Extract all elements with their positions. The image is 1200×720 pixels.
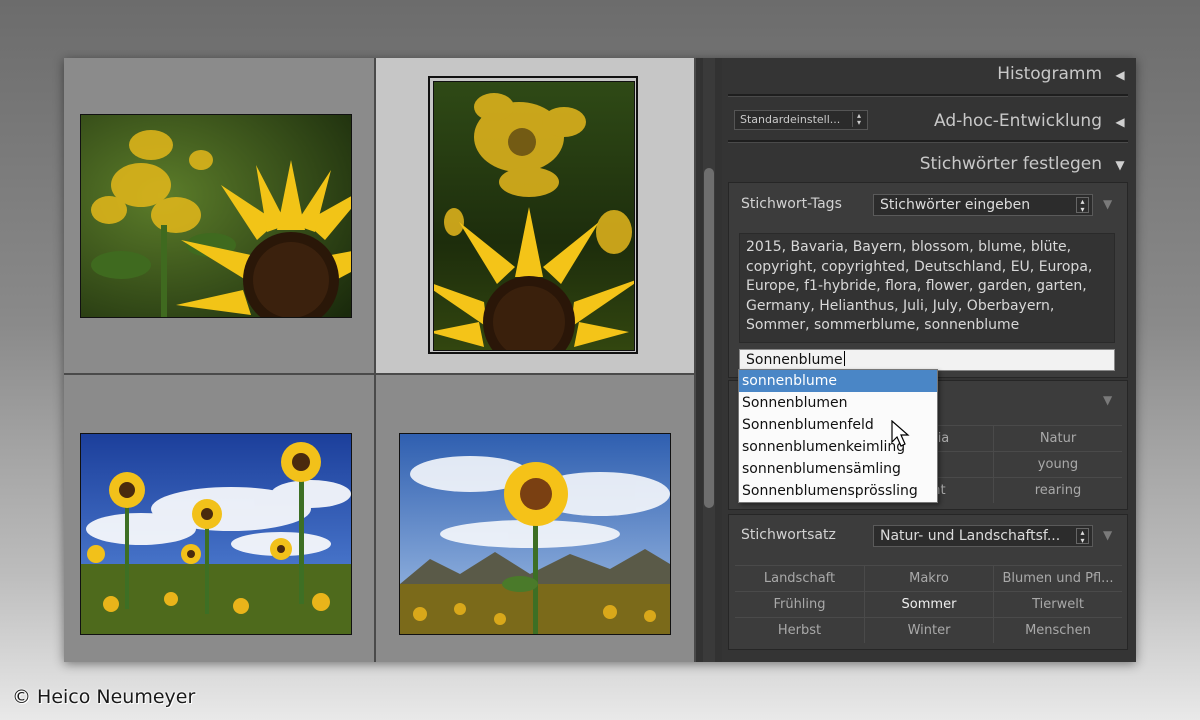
adhoc-title: Ad-hoc-Entwicklung: [934, 111, 1102, 131]
right-panel: Histogramm ◀ Standardeinstell... ▴ ▾ Ad-ho…: [722, 58, 1136, 662]
copyright-watermark: © Heico Neumeyer: [12, 686, 196, 708]
sunflower-field-photo: [81, 434, 351, 634]
scrollbar-thumb[interactable]: [704, 168, 714, 508]
autocomplete-item[interactable]: sonnenblumensämling: [739, 458, 937, 480]
photo-thumbnail-sunflower-mountains[interactable]: [399, 433, 671, 635]
keyword-input[interactable]: Sonnenblume: [739, 349, 1115, 371]
keyword-set-value: Natur- und Landschaftsf...: [880, 528, 1061, 544]
suggestion-cell[interactable]: Natur: [993, 425, 1122, 451]
panel-separator: [728, 94, 1128, 97]
keyword-set-section: Stichwortsatz Natur- und Landschaftsf...…: [728, 514, 1128, 650]
grid-cell[interactable]: [64, 58, 374, 373]
sunflower-photo: [434, 82, 634, 350]
histogram-title: Histogramm: [997, 64, 1102, 84]
photo-thumbnail-sunflower-field[interactable]: [80, 433, 352, 635]
photo-thumbnail-sunflower-portrait[interactable]: [433, 81, 635, 351]
suggestion-cell[interactable]: rearing: [993, 477, 1122, 503]
histogram-panel-header[interactable]: Histogramm ◀: [722, 64, 1136, 84]
lightroom-window: Histogramm ◀ Standardeinstell... ▴ ▾ Ad-ho…: [64, 58, 1136, 662]
triangle-down-icon[interactable]: ▼: [1103, 197, 1112, 211]
mouse-pointer-icon: [891, 420, 910, 447]
keyword-set-cell[interactable]: Makro: [864, 565, 993, 591]
keyword-set-select[interactable]: Natur- und Landschaftsf... ▴ ▾: [873, 525, 1093, 547]
autocomplete-item-selected[interactable]: sonnenblume: [739, 370, 937, 392]
text-caret: [843, 351, 845, 366]
keyword-set-cell[interactable]: Winter: [864, 617, 993, 643]
autocomplete-item[interactable]: Sonnenblumen: [739, 392, 937, 414]
keyword-tags-mode-select[interactable]: Stichwörter eingeben ▴ ▾: [873, 194, 1093, 216]
keyword-set-cell[interactable]: Tierwelt: [993, 591, 1122, 617]
grid-cell[interactable]: [376, 375, 694, 662]
keyword-set-cell[interactable]: Herbst: [735, 617, 864, 643]
grid-cell[interactable]: [64, 375, 374, 662]
keyword-set-cell[interactable]: Menschen: [993, 617, 1122, 643]
keyword-set-cell-active[interactable]: Sommer: [864, 591, 993, 617]
autocomplete-item[interactable]: Sonnenblumensprössling: [739, 480, 937, 502]
photo-thumbnail-sunflower-closeup[interactable]: [80, 114, 352, 318]
keyword-tags-label: Stichwort-Tags: [741, 196, 842, 212]
triangle-down-icon[interactable]: ▼: [1103, 393, 1112, 407]
grid-cell-selected[interactable]: [376, 58, 694, 373]
adhoc-panel-header[interactable]: Ad-hoc-Entwicklung ◀: [722, 111, 1136, 131]
triangle-down-icon: ▼: [1115, 158, 1125, 172]
panel-separator: [728, 140, 1128, 143]
keyword-set-cell[interactable]: Blumen und Pfl...: [993, 565, 1122, 591]
thumbnail-grid: [64, 58, 696, 662]
keyword-set-cell[interactable]: Landschaft: [735, 565, 864, 591]
triangle-left-icon: ◀: [1115, 68, 1125, 82]
suggestion-cell[interactable]: young: [993, 451, 1122, 477]
keyword-tags-section: Stichwort-Tags Stichwörter eingeben ▴ ▾ ▼…: [728, 182, 1128, 378]
triangle-left-icon: ◀: [1115, 115, 1125, 129]
keyword-set-grid: Landschaft Makro Blumen und Pfl... Frühl…: [735, 565, 1123, 645]
keyword-set-cell[interactable]: Frühling: [735, 591, 864, 617]
keyword-set-label: Stichwortsatz: [741, 527, 836, 543]
keyword-tags-mode-value: Stichwörter eingeben: [880, 197, 1031, 213]
keywording-panel-header[interactable]: Stichwörter festlegen ▼: [722, 154, 1136, 174]
keyword-input-value: Sonnenblume: [746, 352, 843, 368]
updown-arrows-icon: ▴ ▾: [1076, 528, 1089, 545]
grid-scrollbar[interactable]: [696, 58, 722, 662]
updown-arrows-icon: ▴ ▾: [1076, 197, 1089, 214]
triangle-down-icon[interactable]: ▼: [1103, 528, 1112, 542]
keywording-title: Stichwörter festlegen: [919, 154, 1102, 174]
sunflower-photo: [81, 115, 351, 317]
sunflower-landscape-photo: [400, 434, 670, 634]
keyword-tags-text[interactable]: 2015, Bavaria, Bayern, blossom, blume, b…: [739, 233, 1115, 343]
